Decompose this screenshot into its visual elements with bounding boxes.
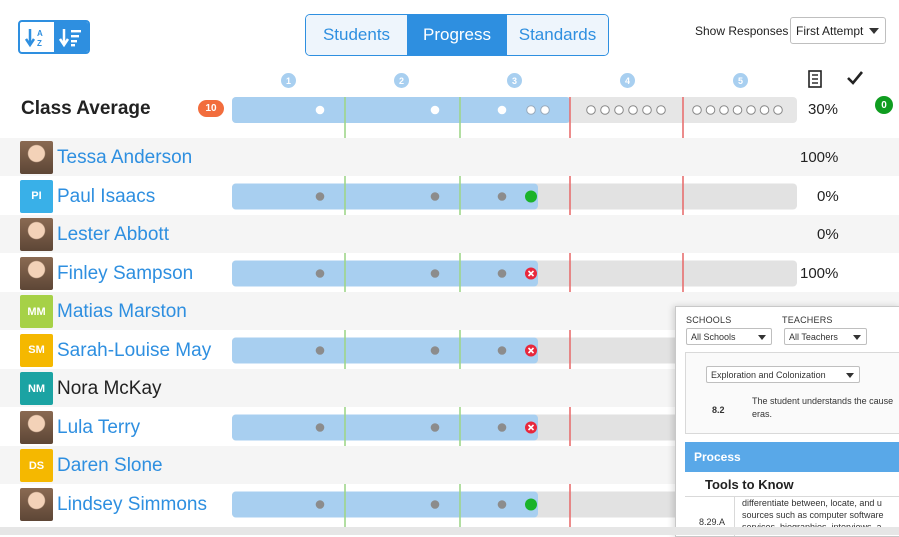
average-marker-dot: [773, 105, 783, 115]
question-number-5[interactable]: 5: [733, 73, 748, 88]
avatar: [20, 256, 53, 290]
question-number-1[interactable]: 1: [281, 73, 296, 88]
standards-filter-panel: SCHOOLS All Schools TEACHERS All Teacher…: [675, 306, 899, 537]
teachers-label: TEACHERS: [782, 315, 833, 325]
average-marker-dot: [732, 105, 743, 115]
student-name-link[interactable]: Lula Terry: [57, 417, 140, 439]
schools-select[interactable]: All Schools: [686, 328, 772, 345]
average-marker-dot: [540, 105, 550, 115]
student-name-link[interactable]: Matias Marston: [57, 301, 187, 323]
avatar: DS: [20, 449, 53, 482]
chevron-down-icon: [758, 335, 766, 340]
schools-select-value: All Schools: [691, 331, 736, 342]
avatar: [20, 487, 53, 521]
standard-description: The student understands the cause eras.: [752, 396, 894, 419]
avatar: NM: [20, 372, 53, 405]
student-name-link[interactable]: Lester Abbott: [57, 224, 169, 246]
student-score-percent: 100%: [800, 149, 839, 166]
student-score-percent: 100%: [800, 264, 839, 282]
class-average-percent: 30%: [808, 101, 839, 118]
student-name-link[interactable]: Sarah-Louise May: [57, 340, 211, 362]
avatar: MM: [20, 295, 53, 328]
average-marker-dot: [692, 105, 702, 115]
student-name-link[interactable]: Tessa Anderson: [57, 147, 192, 169]
student-score-percent: 0%: [817, 226, 839, 243]
unit-select[interactable]: Exploration and Colonization: [706, 366, 860, 383]
question-number-4[interactable]: 4: [620, 73, 635, 88]
standard-code: 8.2: [712, 405, 725, 415]
avatar: [20, 218, 53, 251]
student-name-link[interactable]: Paul Isaacs: [57, 186, 155, 208]
average-marker-dot: [526, 105, 536, 115]
student-name-link[interactable]: Daren Slone: [57, 455, 163, 477]
class-average-bar: [232, 97, 570, 123]
avatar: [20, 410, 53, 444]
scroll-edge: [0, 527, 899, 535]
average-marker-dot: [705, 105, 716, 115]
correct-count-badge: 0: [875, 96, 893, 114]
document-icon[interactable]: [808, 70, 822, 88]
student-name-link[interactable]: Lindsey Simmons: [57, 494, 207, 516]
process-header-label: Process: [694, 450, 741, 464]
avatar: SM: [20, 333, 53, 367]
sub-standard-code: 8.29.A: [699, 517, 726, 527]
teachers-select-value: All Teachers: [789, 331, 838, 342]
question-number-3[interactable]: 3: [507, 73, 522, 88]
tools-to-know-heading: Tools to Know: [685, 472, 899, 497]
class-average-badge: 10: [198, 100, 224, 117]
avatar: PI: [20, 179, 53, 213]
process-header[interactable]: Process: [685, 442, 899, 472]
student-name-link[interactable]: Finley Sampson: [57, 263, 193, 285]
teachers-select[interactable]: All Teachers: [784, 328, 867, 345]
average-marker-dot: [497, 105, 507, 115]
average-marker-dot: [614, 105, 624, 115]
checkmark-icon[interactable]: [846, 70, 864, 86]
avatar: [20, 141, 53, 174]
question-number-2[interactable]: 2: [394, 73, 409, 88]
average-marker-dot: [656, 105, 666, 115]
average-marker-dot: [600, 105, 610, 115]
schools-label: SCHOOLS: [686, 315, 732, 325]
average-marker-dot: [746, 105, 756, 115]
average-marker-dot: [759, 105, 770, 115]
average-marker-dot: [642, 105, 652, 115]
standard-box: [685, 352, 899, 434]
chevron-down-icon: [853, 335, 861, 340]
average-marker-dot: [430, 105, 440, 115]
unit-select-value: Exploration and Colonization: [711, 369, 826, 380]
chevron-down-icon: [846, 373, 854, 378]
average-marker-dot: [586, 105, 596, 115]
class-average-label: Class Average: [21, 98, 151, 119]
average-marker-dot: [315, 105, 325, 115]
student-name-link: Nora McKay: [57, 378, 162, 399]
average-marker-dot: [628, 105, 638, 115]
average-marker-dot: [719, 105, 729, 115]
student-score-percent: 0%: [817, 187, 839, 205]
